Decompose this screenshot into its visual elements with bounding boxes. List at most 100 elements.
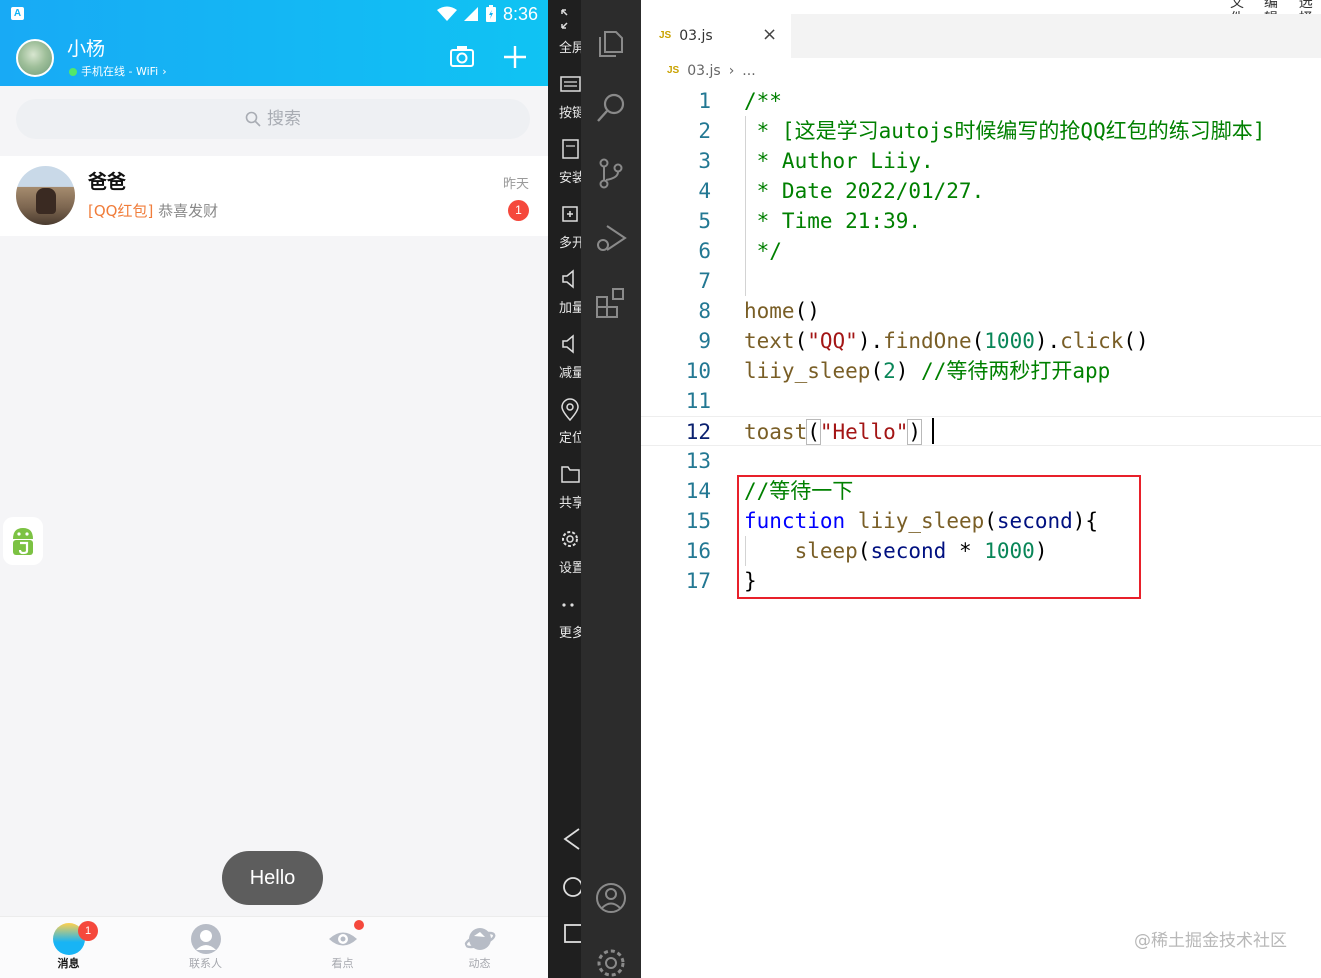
code-token: click: [1060, 329, 1124, 353]
tab-filename: 03.js: [679, 28, 713, 44]
search-placeholder: 搜索: [267, 109, 301, 129]
code-line: 11: [641, 386, 1321, 416]
username[interactable]: 小杨: [67, 37, 105, 61]
breadcrumb-file[interactable]: 03.js: [687, 63, 720, 79]
code-line: 6 */: [641, 236, 1321, 266]
editor-tab-strip: JS 03.js ×: [641, 14, 1321, 58]
chat-list-item[interactable]: 爸爸 [QQ红包] 恭喜发财 昨天 1: [0, 156, 548, 236]
explorer-files-icon[interactable]: [594, 26, 628, 60]
code-token: home: [744, 299, 795, 323]
line-number: 14: [685, 479, 711, 503]
tab-label: 联系人: [189, 957, 222, 970]
code-line: 3 * Author Liiy.: [641, 146, 1321, 176]
last-message-text: 恭喜发财: [153, 202, 219, 220]
code-line: 10 liiy_sleep(2) //等待两秒打开app: [641, 356, 1321, 386]
js-file-icon: JS: [667, 65, 680, 76]
code-line: 13: [641, 446, 1321, 476]
vscode-activity-bar: [581, 0, 641, 978]
source-control-icon[interactable]: [594, 156, 628, 190]
emu-fullscreen-button[interactable]: 全屏: [548, 8, 581, 68]
emu-volume-down-button[interactable]: 减量: [548, 333, 581, 393]
emu-share-folder-button[interactable]: 共享: [548, 463, 581, 523]
code-text: * Date 2022/01/27.: [744, 179, 985, 203]
code-line: 8 home(): [641, 296, 1321, 326]
chevron-right-icon: ›: [162, 65, 167, 78]
run-debug-icon[interactable]: [594, 221, 628, 255]
breadcrumb-more[interactable]: ...: [742, 63, 755, 79]
emu-volume-up-button[interactable]: 加量: [548, 268, 581, 328]
red-packet-tag: [QQ红包]: [88, 202, 154, 220]
tab-03-js[interactable]: JS 03.js ×: [641, 14, 791, 58]
emu-settings-button[interactable]: 设置: [548, 528, 581, 588]
code-text: /**: [744, 89, 782, 113]
code-text: * Time 21:39.: [744, 209, 922, 233]
contacts-tab-icon: [190, 924, 221, 954]
camera-icon[interactable]: [450, 45, 474, 67]
account-icon[interactable]: [594, 881, 628, 915]
autojs-floating-button[interactable]: [3, 517, 43, 565]
volume-down-icon: [562, 334, 574, 354]
line-number: 7: [698, 269, 711, 293]
emu-more-button[interactable]: 更多: [548, 593, 581, 653]
tab-moments[interactable]: 动态: [411, 917, 548, 978]
online-status-text: 手机在线 - WiFi: [81, 65, 159, 78]
tab-contacts[interactable]: 联系人: [137, 917, 274, 978]
planet-tab-icon: [464, 928, 495, 950]
my-avatar[interactable]: [16, 39, 54, 77]
manage-gear-icon[interactable]: [594, 946, 628, 978]
line-number: 2: [698, 119, 711, 143]
volume-up-icon: [562, 269, 574, 289]
breadcrumb: JS 03.js › ...: [667, 63, 756, 79]
contact-avatar[interactable]: [16, 166, 75, 225]
emu-label: 设置: [559, 561, 581, 576]
code-token: 2: [883, 359, 896, 383]
extensions-icon[interactable]: [594, 286, 628, 320]
nav-back-icon[interactable]: [562, 828, 580, 850]
android-robot-icon: [13, 528, 33, 555]
vscode-editor: 文件(F)编辑(E)选择(S)查看(V)转到(G)运行(R)终端(T)帮助(H)…: [641, 0, 1321, 978]
screen: A 8:36 小杨 手机在线 - WiFi › 搜索 爸爸 [QQ红包] 恭喜发…: [0, 0, 1321, 978]
kandian-notification-dot: [354, 920, 364, 930]
emu-label: 定位: [559, 431, 581, 446]
line-number: 9: [698, 329, 711, 353]
text-cursor: [932, 418, 934, 444]
android-phone-screen: A 8:36 小杨 手机在线 - WiFi › 搜索 爸爸 [QQ红包] 恭喜发…: [0, 0, 548, 978]
location-pin-icon: [561, 398, 579, 422]
folder-icon: [561, 466, 580, 483]
toast-message: Hello: [222, 851, 323, 905]
tab-messages[interactable]: 消息 1: [0, 917, 137, 978]
bottom-tab-bar: 消息 1 联系人 看点 动态: [0, 916, 548, 978]
code-token: "Hello": [819, 420, 909, 444]
emu-install-apk-button[interactable]: 安装: [548, 138, 581, 198]
emu-label: 按键: [559, 106, 581, 121]
status-bar-right: 8:36: [436, 2, 538, 26]
emu-multi-instance-button[interactable]: 多开: [548, 203, 581, 263]
line-number: 12: [685, 420, 711, 444]
emu-location-button[interactable]: 定位: [548, 398, 581, 458]
line-number: 3: [698, 149, 711, 173]
emu-keys-button[interactable]: 按键: [548, 73, 581, 133]
emulator-toolbar: 全屏 按键 安装 多开 加量 减量 定位 共享 设置 更多: [548, 0, 581, 978]
line-number: 17: [685, 569, 711, 593]
tab-unread-badge: 1: [78, 921, 98, 941]
search-input[interactable]: 搜索: [16, 99, 530, 139]
close-icon[interactable]: ×: [762, 26, 777, 44]
line-number: 8: [698, 299, 711, 323]
search-icon[interactable]: [594, 91, 628, 125]
emu-label: 多开: [559, 236, 581, 251]
qq-header: A 8:36 小杨 手机在线 - WiFi ›: [0, 0, 548, 86]
fullscreen-icon: [561, 9, 568, 29]
online-status[interactable]: 手机在线 - WiFi ›: [69, 65, 167, 79]
code-text: * [这是学习autojs时候编写的抢QQ红包的练习脚本]: [744, 119, 1266, 143]
code-line: 7: [641, 266, 1321, 296]
plus-icon[interactable]: [503, 45, 527, 69]
nav-recents-icon[interactable]: [562, 922, 581, 944]
tab-kandian[interactable]: 看点: [274, 917, 411, 978]
code-text: */: [744, 239, 782, 263]
emu-label: 安装: [559, 171, 581, 186]
nav-home-icon[interactable]: [562, 876, 581, 898]
line-number: 15: [685, 509, 711, 533]
line-number: 13: [685, 449, 711, 473]
code-token: (): [794, 299, 820, 323]
battery-icon: [485, 5, 496, 22]
